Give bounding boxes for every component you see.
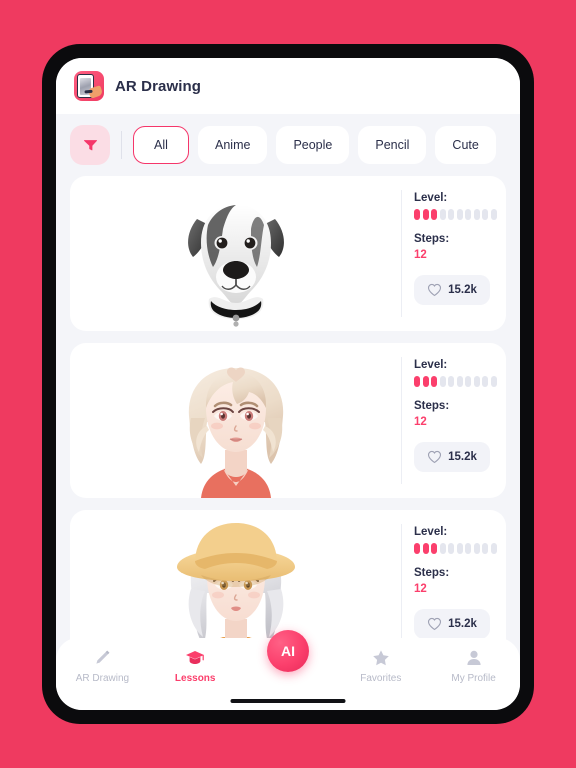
level-pip — [431, 209, 437, 220]
heart-outline-icon — [428, 283, 442, 297]
filter-chip-label: People — [293, 138, 333, 152]
card-artwork-anime-blonde[interactable] — [70, 343, 401, 498]
steps-value: 12 — [414, 416, 427, 428]
anime-girl-blonde-illustration — [188, 367, 283, 498]
level-pip — [414, 376, 420, 387]
steps-label: Steps: — [414, 567, 450, 579]
drawing-card[interactable]: Level: Steps: 12 15.2k — [70, 343, 506, 498]
level-label: Level: — [414, 192, 448, 204]
level-pip — [456, 543, 463, 554]
graduation-cap-icon — [186, 651, 205, 664]
app-logo-hand-shape — [87, 85, 104, 99]
ai-assistant-button[interactable]: AI — [267, 630, 309, 672]
app-header: AR Drawing — [56, 58, 520, 114]
level-pip — [422, 209, 429, 220]
page-title: AR Drawing — [115, 77, 202, 95]
person-icon — [466, 650, 481, 665]
level-pip — [414, 543, 420, 554]
funnel-icon — [83, 139, 97, 150]
level-pip — [465, 543, 471, 554]
like-button[interactable]: 15.2k — [414, 609, 490, 639]
level-pip — [448, 376, 454, 387]
level-pip — [456, 376, 463, 387]
steps-label: Steps: — [414, 400, 450, 412]
level-pip — [482, 209, 488, 220]
home-indicator — [230, 699, 346, 703]
tablet-device-frame: AR Drawing All Anime People Pencil Cute … — [42, 44, 534, 724]
level-pip — [473, 209, 480, 220]
filter-chip-anime[interactable]: Anime — [198, 126, 268, 164]
nav-label: Lessons — [174, 673, 216, 684]
nav-label: Favorites — [360, 673, 402, 684]
level-pip — [473, 543, 480, 554]
nav-item-favorites[interactable]: Favorites — [334, 648, 427, 684]
level-pip — [448, 209, 454, 220]
level-indicator — [414, 376, 506, 387]
level-pip — [465, 209, 471, 220]
star-icon — [372, 650, 389, 666]
level-label: Level: — [414, 359, 448, 371]
level-pip — [456, 209, 463, 220]
level-pip — [422, 543, 429, 554]
level-label: Level: — [414, 526, 448, 538]
app-logo-icon — [74, 71, 104, 101]
card-details: Level: Steps: 12 15.2k — [402, 343, 506, 498]
filter-chip-label: All — [154, 138, 168, 152]
steps-value: 12 — [414, 249, 427, 261]
level-pip — [422, 376, 429, 387]
steps-label: Steps: — [414, 233, 450, 245]
like-count: 15.2k — [448, 618, 477, 630]
level-pip — [448, 543, 454, 554]
filter-chip-label: Cute — [452, 138, 479, 152]
filter-chip-pencil[interactable]: Pencil — [358, 126, 427, 164]
like-button[interactable]: 15.2k — [414, 275, 490, 305]
heart-outline-icon — [428, 450, 442, 464]
level-pip — [439, 543, 446, 554]
nav-item-my-profile[interactable]: My Profile — [427, 648, 520, 684]
nav-item-ar-drawing[interactable]: AR Drawing — [56, 648, 149, 684]
ai-button-label: AI — [281, 643, 295, 659]
nav-label: AR Drawing — [75, 673, 130, 684]
level-pip — [490, 543, 497, 554]
level-pip — [490, 209, 497, 220]
level-pip — [431, 543, 437, 554]
level-indicator — [414, 209, 506, 220]
drawing-card[interactable]: Level: Steps: 12 15.2k — [70, 176, 506, 331]
filter-chip-people[interactable]: People — [276, 126, 350, 164]
level-pip — [490, 376, 497, 387]
card-details: Level: Steps: 12 15.2k — [402, 176, 506, 331]
level-pip — [414, 209, 420, 220]
nav-label: My Profile — [451, 673, 496, 684]
level-pip — [431, 376, 437, 387]
filter-chip-cute[interactable]: Cute — [435, 126, 496, 164]
level-pip — [482, 543, 488, 554]
card-artwork-dog[interactable] — [70, 176, 401, 331]
like-count: 15.2k — [448, 284, 477, 296]
filter-bar: All Anime People Pencil Cute — [56, 114, 520, 176]
filter-chip-label: Anime — [215, 138, 251, 152]
like-button[interactable]: 15.2k — [414, 442, 490, 472]
level-pip — [473, 376, 480, 387]
filter-chip-label: Pencil — [375, 138, 410, 152]
level-pip — [439, 209, 446, 220]
like-count: 15.2k — [448, 451, 477, 463]
filter-chip-all[interactable]: All — [133, 126, 189, 164]
level-pip — [465, 376, 471, 387]
filter-divider — [121, 131, 122, 159]
heart-outline-icon — [428, 617, 442, 631]
nav-item-lessons[interactable]: Lessons — [149, 648, 242, 684]
level-pip — [482, 376, 488, 387]
filter-button[interactable] — [70, 125, 110, 165]
device-screen: AR Drawing All Anime People Pencil Cute … — [56, 58, 520, 710]
level-pip — [439, 376, 446, 387]
pencil-icon — [96, 650, 110, 664]
level-indicator — [414, 543, 506, 554]
steps-value: 12 — [414, 583, 427, 595]
pencil-sketch-dog-illustration — [187, 205, 284, 327]
